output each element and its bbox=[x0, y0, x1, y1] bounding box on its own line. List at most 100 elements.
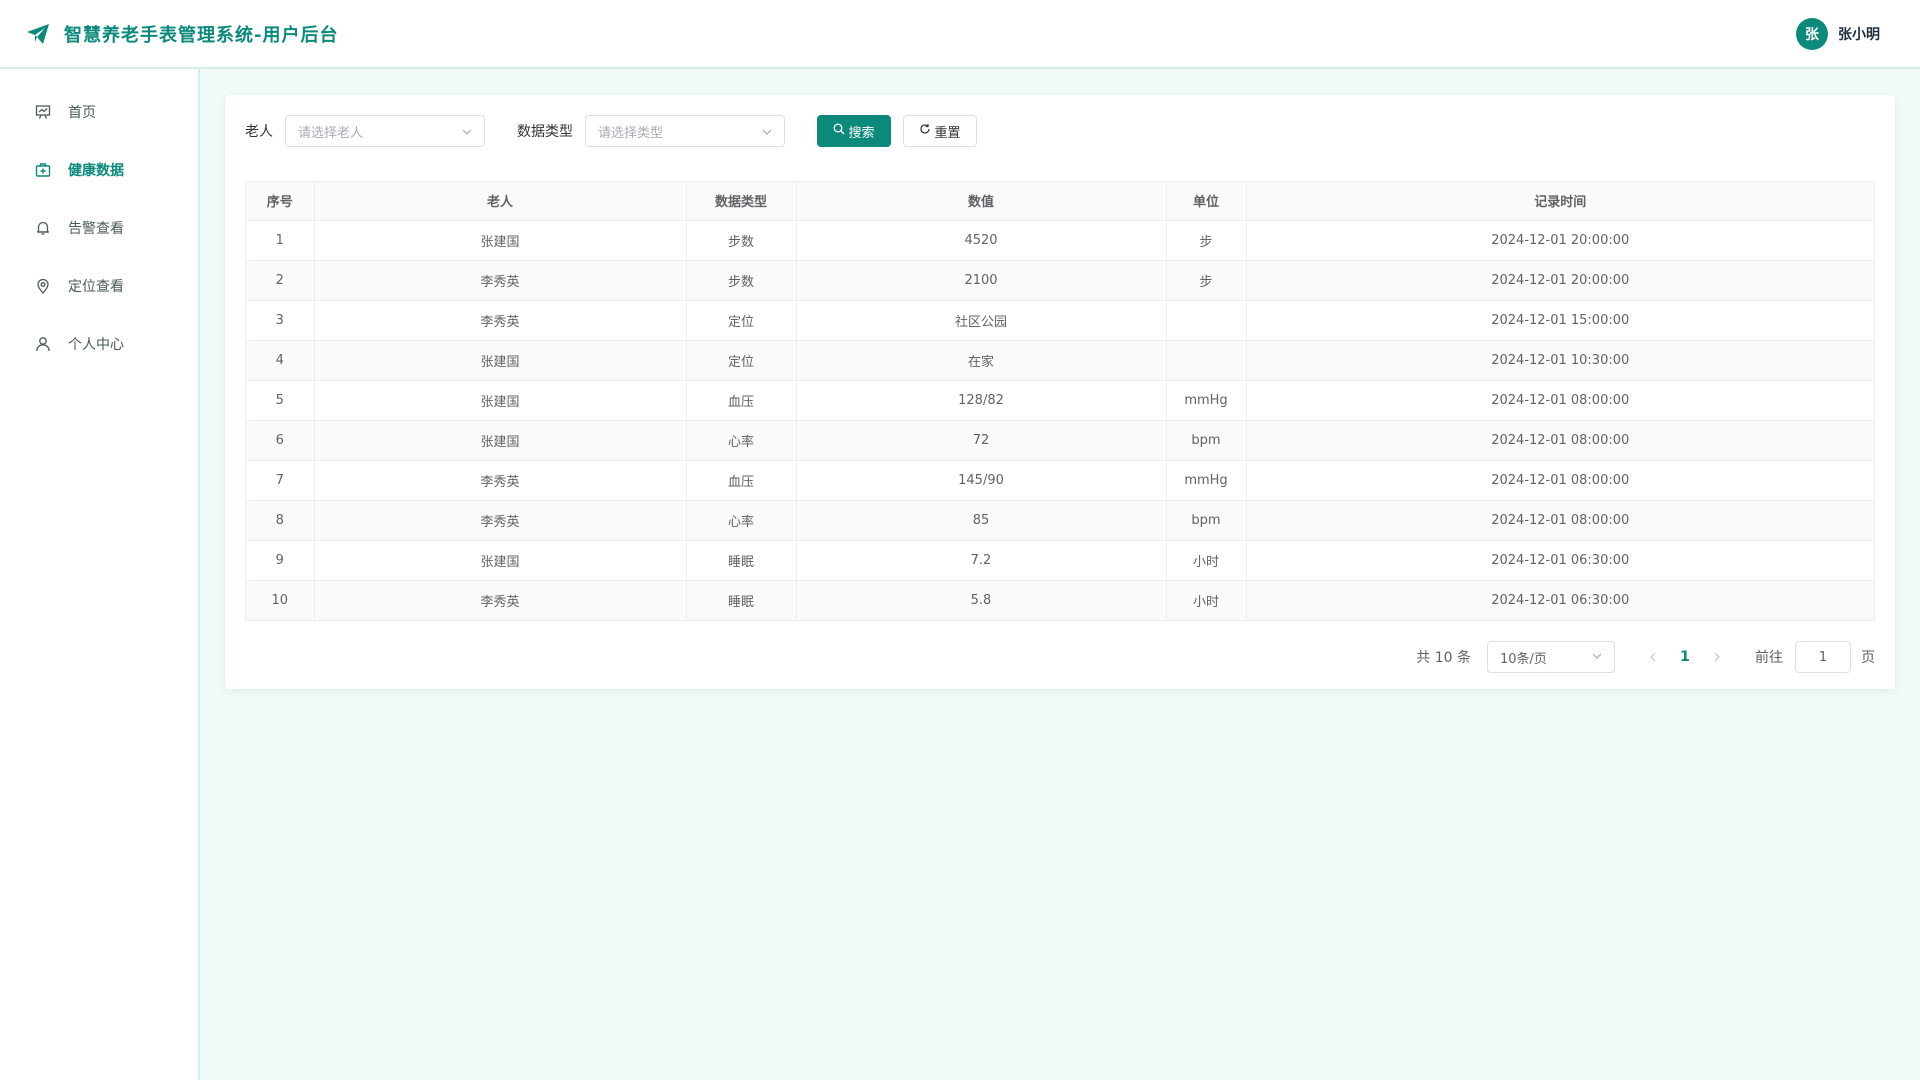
chevron-left-icon bbox=[1650, 652, 1656, 662]
goto-page-input[interactable]: 1 bbox=[1795, 641, 1851, 673]
search-button[interactable]: 搜索 bbox=[817, 115, 891, 147]
cell-unit: 步 bbox=[1166, 260, 1247, 301]
column-header-type: 数据类型 bbox=[686, 182, 797, 221]
table-row: 1 张建国 步数 4520 步 2024-12-01 20:00:00 bbox=[246, 220, 1874, 261]
cell-value: 2100 bbox=[796, 260, 1167, 301]
presentation-icon bbox=[34, 103, 52, 121]
cell-value: 128/82 bbox=[796, 380, 1167, 421]
cell-type: 步数 bbox=[686, 220, 797, 261]
app-title: 智慧养老手表管理系统-用户后台 bbox=[64, 24, 339, 46]
page-suffix: 页 bbox=[1861, 650, 1875, 666]
cell-time: 2024-12-01 10:30:00 bbox=[1246, 340, 1874, 381]
cell-index: 4 bbox=[246, 340, 315, 381]
sidebar-item-alerts[interactable]: 告警查看 bbox=[0, 199, 198, 257]
elder-select[interactable]: 请选择老人 bbox=[285, 115, 485, 147]
cell-elder: 张建国 bbox=[314, 380, 687, 421]
column-header-value: 数值 bbox=[796, 182, 1167, 221]
next-page-button[interactable] bbox=[1701, 641, 1733, 673]
cell-type: 步数 bbox=[686, 260, 797, 301]
table-row: 5 张建国 血压 128/82 mmHg 2024-12-01 08:00:00 bbox=[246, 380, 1874, 421]
user-menu[interactable]: 张 张小明 bbox=[1796, 17, 1880, 50]
type-select-placeholder: 请选择类型 bbox=[598, 125, 664, 141]
cell-time: 2024-12-01 08:00:00 bbox=[1246, 500, 1874, 541]
refresh-icon bbox=[919, 123, 931, 139]
cell-elder: 李秀英 bbox=[314, 260, 687, 301]
column-header-unit: 单位 bbox=[1166, 182, 1247, 221]
column-header-index: 序号 bbox=[246, 182, 315, 221]
reset-button[interactable]: 重置 bbox=[903, 115, 977, 147]
cell-value: 社区公园 bbox=[796, 300, 1167, 341]
cell-unit: 小时 bbox=[1166, 540, 1247, 581]
cell-index: 5 bbox=[246, 380, 315, 421]
cell-type: 心率 bbox=[686, 420, 797, 461]
cell-index: 1 bbox=[246, 220, 315, 261]
chevron-right-icon bbox=[1714, 652, 1720, 662]
cell-unit: 小时 bbox=[1166, 580, 1247, 620]
cell-time: 2024-12-01 06:30:00 bbox=[1246, 580, 1874, 620]
type-select[interactable]: 请选择类型 bbox=[585, 115, 785, 147]
page-size-select[interactable]: 10条/页 bbox=[1487, 641, 1615, 673]
cell-time: 2024-12-01 06:30:00 bbox=[1246, 540, 1874, 581]
filter-bar: 老人 请选择老人 数据类型 请选择类型 搜索 重置 bbox=[245, 115, 1875, 147]
cell-type: 定位 bbox=[686, 340, 797, 381]
bell-icon bbox=[34, 219, 52, 237]
sidebar-item-label: 定位查看 bbox=[68, 279, 124, 295]
sidebar-item-location[interactable]: 定位查看 bbox=[0, 257, 198, 315]
elder-filter-label: 老人 bbox=[245, 124, 273, 140]
cell-type: 血压 bbox=[686, 380, 797, 421]
avatar[interactable]: 张 bbox=[1796, 17, 1828, 50]
cell-unit bbox=[1166, 300, 1247, 341]
cell-type: 睡眠 bbox=[686, 540, 797, 581]
cell-unit: 步 bbox=[1166, 220, 1247, 261]
cell-elder: 李秀英 bbox=[314, 300, 687, 341]
sidebar-item-profile[interactable]: 个人中心 bbox=[0, 315, 198, 373]
cell-value: 7.2 bbox=[796, 540, 1167, 581]
cell-unit: mmHg bbox=[1166, 380, 1247, 421]
prev-page-button[interactable] bbox=[1637, 641, 1669, 673]
top-header: 智慧养老手表管理系统-用户后台 张 张小明 bbox=[0, 0, 1920, 69]
health-data-card: 老人 请选择老人 数据类型 请选择类型 搜索 重置 序号 老人 数据类型 数值 … bbox=[225, 95, 1895, 689]
cell-index: 6 bbox=[246, 420, 315, 461]
cell-value: 4520 bbox=[796, 220, 1167, 261]
sidebar-item-label: 首页 bbox=[68, 105, 96, 121]
reset-button-label: 重置 bbox=[934, 125, 961, 141]
cell-elder: 张建国 bbox=[314, 420, 687, 461]
cell-elder: 张建国 bbox=[314, 540, 687, 581]
chevron-down-icon bbox=[1592, 650, 1602, 665]
goto-label: 前往 bbox=[1755, 650, 1783, 666]
health-data-table: 序号 老人 数据类型 数值 单位 记录时间 1 张建国 步数 4520 步 2024-12… bbox=[245, 181, 1875, 621]
cell-index: 10 bbox=[246, 580, 315, 620]
cell-unit: bpm bbox=[1166, 500, 1247, 541]
table-row: 2 李秀英 步数 2100 步 2024-12-01 20:00:00 bbox=[246, 260, 1874, 301]
elder-select-placeholder: 请选择老人 bbox=[298, 125, 364, 141]
sidebar-item-label: 健康数据 bbox=[68, 163, 124, 179]
pagination-total: 共 10 条 bbox=[1416, 650, 1471, 666]
brand: 智慧养老手表管理系统-用户后台 bbox=[26, 21, 338, 47]
cell-elder: 李秀英 bbox=[314, 460, 687, 501]
cell-elder: 李秀英 bbox=[314, 580, 687, 620]
sidebar-item-health-data[interactable]: 健康数据 bbox=[0, 141, 198, 199]
sidebar-item-label: 告警查看 bbox=[68, 221, 124, 237]
cell-type: 定位 bbox=[686, 300, 797, 341]
cell-elder: 李秀英 bbox=[314, 500, 687, 541]
cell-index: 3 bbox=[246, 300, 315, 341]
sidebar-item-home[interactable]: 首页 bbox=[0, 83, 198, 141]
table-row: 7 李秀英 血压 145/90 mmHg 2024-12-01 08:00:00 bbox=[246, 460, 1874, 501]
table-row: 3 李秀英 定位 社区公园 2024-12-01 15:00:00 bbox=[246, 300, 1874, 341]
cell-time: 2024-12-01 08:00:00 bbox=[1246, 460, 1874, 501]
column-header-elder: 老人 bbox=[314, 182, 687, 221]
cell-time: 2024-12-01 20:00:00 bbox=[1246, 260, 1874, 301]
cell-index: 9 bbox=[246, 540, 315, 581]
user-name[interactable]: 张小明 bbox=[1838, 24, 1880, 44]
table-row: 9 张建国 睡眠 7.2 小时 2024-12-01 06:30:00 bbox=[246, 540, 1874, 581]
cell-elder: 张建国 bbox=[314, 220, 687, 261]
cell-type: 心率 bbox=[686, 500, 797, 541]
search-icon bbox=[833, 123, 845, 139]
chevron-down-icon bbox=[762, 126, 772, 136]
table-row: 10 李秀英 睡眠 5.8 小时 2024-12-01 06:30:00 bbox=[246, 580, 1874, 620]
page-size-value: 10条/页 bbox=[1500, 651, 1547, 667]
column-header-time: 记录时间 bbox=[1246, 182, 1874, 221]
table-row: 4 张建国 定位 在家 2024-12-01 10:30:00 bbox=[246, 340, 1874, 381]
page-number-current[interactable]: 1 bbox=[1669, 641, 1701, 673]
cell-value: 85 bbox=[796, 500, 1167, 541]
